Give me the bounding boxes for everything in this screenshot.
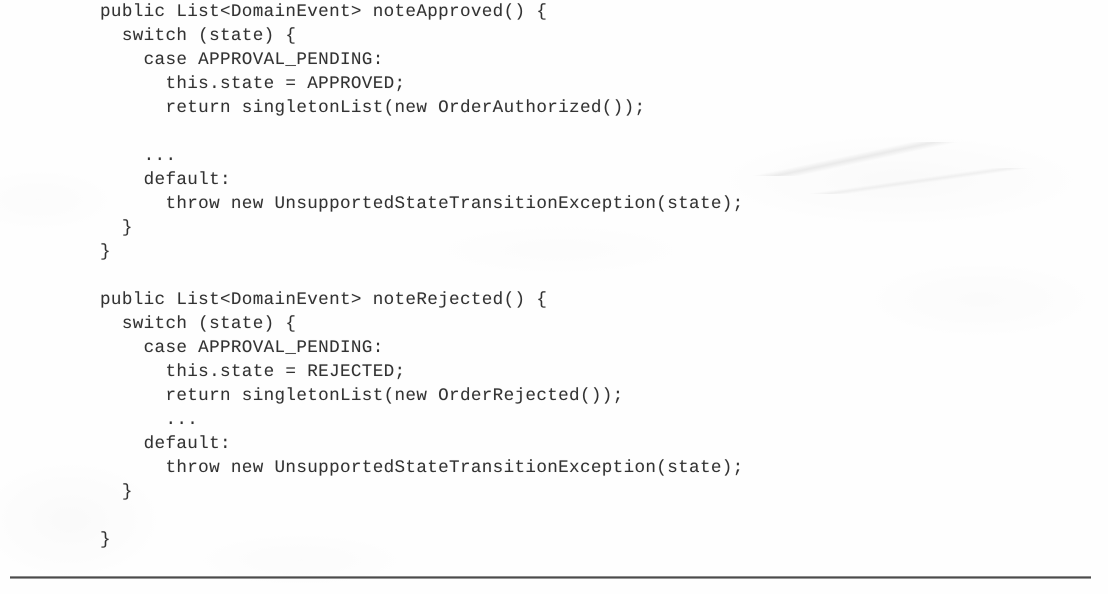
horizontal-rule — [10, 576, 1091, 579]
code-listing: public List<DomainEvent> noteApproved() … — [100, 0, 744, 552]
code-line: throw new UnsupportedStateTransitionExce… — [100, 194, 744, 214]
code-line: } — [100, 218, 133, 238]
code-line: } — [100, 482, 133, 502]
code-line: throw new UnsupportedStateTransitionExce… — [100, 458, 744, 478]
code-line: public List<DomainEvent> noteApproved() … — [100, 2, 548, 22]
code-line: case APPROVAL_PENDING: — [100, 50, 384, 70]
code-line: switch (state) { — [100, 26, 297, 46]
code-line: ... — [100, 410, 199, 430]
code-line: ... — [100, 146, 177, 166]
code-line: return singletonList(new OrderRejected()… — [100, 386, 624, 406]
code-line: public List<DomainEvent> noteRejected() … — [100, 290, 548, 310]
code-line: } — [100, 242, 111, 262]
code-line: case APPROVAL_PENDING: — [100, 338, 384, 358]
code-line: this.state = APPROVED; — [100, 74, 406, 94]
code-line: return singletonList(new OrderAuthorized… — [100, 98, 646, 118]
code-line: switch (state) { — [100, 314, 297, 334]
code-line: default: — [100, 170, 231, 190]
scanned-page: public List<DomainEvent> noteApproved() … — [0, 0, 1108, 594]
code-line: default: — [100, 434, 231, 454]
code-line: } — [100, 530, 111, 550]
code-line: this.state = REJECTED; — [100, 362, 406, 382]
scan-streak-artifact-secondary — [790, 168, 1040, 194]
